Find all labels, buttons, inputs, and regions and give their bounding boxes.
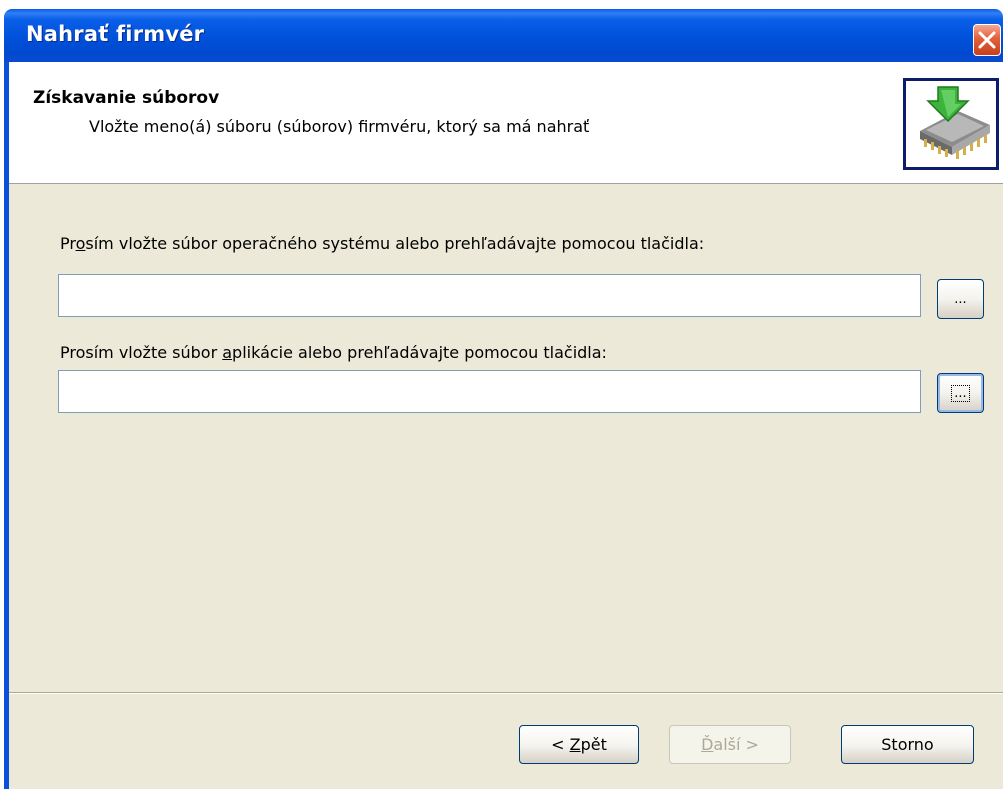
back-button[interactable]: < Zpět xyxy=(519,725,639,764)
next-button[interactable]: Ďalší > xyxy=(669,725,791,764)
os-file-input[interactable] xyxy=(58,274,921,317)
os-browse-button[interactable]: ... xyxy=(937,279,984,319)
firmware-upload-dialog: Nahrať firmvér Získavanie súborov Vložte… xyxy=(0,0,1003,789)
close-button[interactable] xyxy=(973,24,1001,56)
header-title: Získavanie súborov xyxy=(33,88,220,108)
close-icon xyxy=(978,31,996,49)
app-file-label: Prosím vložte súbor aplikácie alebo preh… xyxy=(60,343,607,362)
firmware-chip-download-icon xyxy=(903,78,999,170)
wizard-header: Získavanie súborov Vložte meno(á) súboru… xyxy=(9,62,1003,184)
os-file-label: Prosím vložte súbor operačného systému a… xyxy=(60,234,705,253)
title-bar[interactable]: Nahrať firmvér xyxy=(4,9,1003,62)
cancel-button[interactable]: Storno xyxy=(841,725,974,764)
app-browse-button[interactable]: ... xyxy=(937,373,984,413)
footer-divider xyxy=(9,692,1003,694)
window-title: Nahrať firmvér xyxy=(26,22,205,46)
app-file-input[interactable] xyxy=(58,370,921,413)
header-subtitle: Vložte meno(á) súboru (súborov) firmvéru… xyxy=(89,117,590,136)
